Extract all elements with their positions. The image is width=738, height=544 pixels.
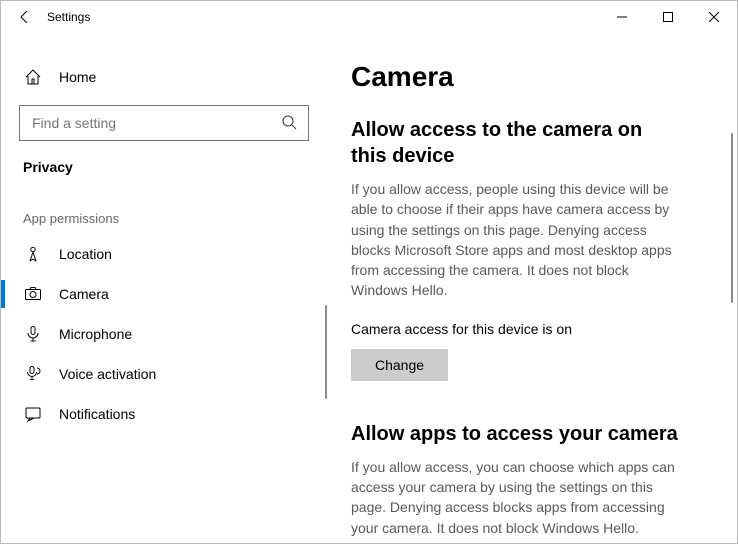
search-icon xyxy=(282,115,298,131)
camera-access-status: Camera access for this device is on xyxy=(351,321,715,337)
voice-icon xyxy=(23,364,43,384)
section-heading: Allow apps to access your camera xyxy=(351,421,715,447)
nav-home-label: Home xyxy=(59,69,96,85)
content-area: Camera Allow access to the camera on thi… xyxy=(327,33,737,543)
sidebar-item-label: Microphone xyxy=(59,326,132,342)
home-icon xyxy=(23,67,43,87)
nav-home[interactable]: Home xyxy=(1,57,327,97)
content-scrollbar[interactable] xyxy=(731,133,733,303)
sidebar-item-label: Camera xyxy=(59,286,109,302)
section-body: If you allow access, people using this d… xyxy=(351,179,686,301)
titlebar: Settings xyxy=(1,1,737,33)
sidebar-item-microphone[interactable]: Microphone xyxy=(1,314,327,354)
category-label: Privacy xyxy=(1,141,327,181)
maximize-button[interactable] xyxy=(645,1,691,33)
sidebar-item-notifications[interactable]: Notifications xyxy=(1,394,327,434)
camera-icon xyxy=(23,284,43,304)
page-title: Camera xyxy=(351,61,715,93)
microphone-icon xyxy=(23,324,43,344)
search-input[interactable] xyxy=(30,114,282,132)
sidebar-item-camera[interactable]: Camera xyxy=(1,274,327,314)
sidebar-item-label: Location xyxy=(59,246,112,262)
back-button[interactable] xyxy=(15,1,35,33)
window-title: Settings xyxy=(47,10,90,24)
sidebar-item-voice-activation[interactable]: Voice activation xyxy=(1,354,327,394)
notifications-icon xyxy=(23,404,43,424)
section-body: If you allow access, you can choose whic… xyxy=(351,457,686,538)
change-button[interactable]: Change xyxy=(351,349,448,381)
sidebar-item-label: Voice activation xyxy=(59,366,156,382)
search-box[interactable] xyxy=(19,105,309,141)
location-icon xyxy=(23,244,43,264)
close-button[interactable] xyxy=(691,1,737,33)
sidebar-item-location[interactable]: Location xyxy=(1,234,327,274)
sidebar: Home Privacy App permissions Location xyxy=(1,33,327,543)
minimize-button[interactable] xyxy=(599,1,645,33)
group-label: App permissions xyxy=(1,181,327,234)
sidebar-item-label: Notifications xyxy=(59,406,135,422)
section-heading: Allow access to the camera on this devic… xyxy=(351,117,661,169)
